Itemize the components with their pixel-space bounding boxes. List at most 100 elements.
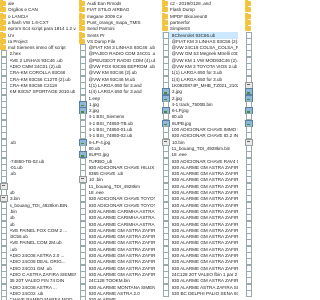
item-label: 930 ALARME GM ASTRA ZAFIRA SIEMENS V... <box>171 253 239 258</box>
item-label: 9365 CHAVE .ub <box>88 171 124 177</box>
item-label: UV <box>8 32 15 38</box>
item-label: 10.bin <box>172 139 185 145</box>
item-label: -01.ub <box>9 164 23 170</box>
item-label: 930 ALARME GM ASTRA ZAFIRA SIEMENS V... <box>171 202 239 208</box>
file-item[interactable] <box>245 289 300 297</box>
item-label: .ub <box>9 171 16 177</box>
folder-icon <box>162 6 168 13</box>
item-label: 24C128 TOOKM.bin <box>88 278 130 284</box>
folder-icon <box>245 0 251 6</box>
item-label: 930 ALARME GM ASTRA ZAFIRA SIEMENS V... <box>171 177 239 183</box>
folder-icon <box>0 44 6 51</box>
item-label: Sents Pr <box>87 32 105 38</box>
folder-icon <box>245 12 251 19</box>
folder-icon <box>162 18 168 25</box>
item-label: 11_bouang_TDI_4928km <box>88 183 141 189</box>
item-label: megane 2009 Ce <box>87 13 123 19</box>
item-label: 930 ALARME GM ASTRA ZAFIRA SIEMENS V... <box>171 259 239 265</box>
file-item[interactable]: CHAVE RAMBO MAREA MOD... <box>0 296 76 300</box>
file-icon <box>163 289 169 297</box>
item-label: .bin <box>9 208 17 214</box>
item-label: 930 ADICIONAR CHAVE ID.2 INRA 93.ub <box>171 133 239 139</box>
item-label: ADIO 24C01 GM .ub <box>9 265 52 271</box>
item-label: i.ub <box>9 246 17 252</box>
item-label: Orgãos e CAN <box>8 7 38 13</box>
item-label: 4-1 BSI_74850-TB.ub <box>88 120 133 126</box>
item-label: 930 ALARME GM ASTRA ZAFIRA SIEMENS V... <box>171 215 239 221</box>
item-label: Flash Dump <box>170 7 195 13</box>
item-label: KM 93C57 SPORTAGE 2010.ub <box>9 89 76 95</box>
item-label: 930 ALARME GM ASTRA ZAFIRA SIEMENS V... <box>171 164 239 170</box>
item-label: 4-1 BSI_Siemens <box>88 114 125 120</box>
item-label: 930 ALARME GM ASTRA ZAFIRA SIEMENS V... <box>171 234 239 240</box>
item-label: AVE PAINEL FOX COM 2 ... <box>9 227 68 233</box>
folder-icon <box>162 12 168 19</box>
folder-icon <box>245 6 251 13</box>
item-label: eprom Sc4 script para 1814 1.2 v.3 <box>8 26 76 32</box>
item-label: 930 ALARME GM ASTRA ZAFIRA SIEMENS V... <box>171 246 239 252</box>
item-label: 18 .eee <box>171 152 187 158</box>
folder-icon <box>79 0 85 6</box>
item-label: ale <box>8 1 15 6</box>
item-label: 80.ub <box>88 145 101 151</box>
item-label: 930 ALARME GM ASTRA ZAFIRA SIEMENS V... <box>171 196 239 202</box>
item-label: CRA-KM 93C56 C1270 (2).ub <box>9 76 71 82</box>
item-label: ADIO C ASTRA ZAFIRA SIEMENS V... <box>9 271 77 277</box>
file-item[interactable]: 930 ALARME ... <box>79 296 155 300</box>
item-label: 930 ALARME GM ASTRA ZAFIRA SIEMENS V... <box>88 246 156 252</box>
item-label: 930 ALARME GM ASTRA ZAFIRA SIEMENS V... <box>88 259 156 265</box>
item-label: .ub <box>9 139 16 145</box>
file-icon <box>80 296 86 300</box>
item-label: c2 - 2019/0128 .and <box>170 1 211 6</box>
item-label: -74850-TB-02.ub <box>9 158 45 164</box>
item-label: @VW FOX 93C66 EEPROM .ub <box>88 64 155 69</box>
item-label: 930 ALARME GM ASTRA ZAFIRA SIEMENS V... <box>171 208 239 214</box>
item-label: 930 ALARME GM ASTRA ZAFIRA SIEMENS V... <box>171 278 239 284</box>
item-label: AVE 2 LINHAS 93C46 .ub <box>9 57 63 63</box>
item-label: @FIAT KM 3 LINHAS 93C46 .ub <box>88 45 156 51</box>
file-column-4 <box>245 0 300 300</box>
item-label: CRA-KM 93C56 C2118 <box>9 82 57 88</box>
item-label: ADIO 24C08 ASTRA 2.0 ... <box>9 253 65 258</box>
item-label: ub <box>9 221 15 227</box>
item-label: ub <box>9 215 15 221</box>
item-label: 930 ALARME GM ASTRA ZAFIRA SIEMENS V... <box>171 171 239 177</box>
folder-icon <box>79 37 85 44</box>
file-column-3: c2 - 2019/0128 .and Flash Dump MPDF Bkouve… <box>162 0 238 300</box>
item-label: 4-1 BSI_74850-02.ub <box>88 133 133 139</box>
item-label: 930 ALARME GM ASTRA ZAFIRA SIEMENS V... <box>88 271 156 277</box>
item-label: mul Siemens immo off script <box>8 45 66 51</box>
item-label: @VW KM 1 VW MOD93C46 (2).ub <box>171 57 239 63</box>
item-label: 1.eep <box>88 95 101 101</box>
item-label: ub <box>9 190 15 195</box>
item-label: 930 ALARME GM ASTRA ZAFIRA SIEMENS V... <box>171 265 239 271</box>
item-label: ra Project <box>8 38 28 44</box>
item-label: @PAJEO RADIO CDM 24C01 .ub <box>88 51 156 57</box>
item-label: BChevrolet 93C66.ub <box>171 32 216 38</box>
item-label: 80.ub <box>171 114 184 120</box>
item-label: 1(1) LARGA 650 for 3.and <box>88 82 142 88</box>
item-label: 930 ALARME MONTANA SIMENS VEO 2010 B... <box>88 284 156 290</box>
item-label: Audi Ean Rmods <box>87 1 122 6</box>
item-label: 1(4) LARGA 650 for 3.and <box>88 89 142 95</box>
item-label: 930 ALARME GM ASTRA ZAFIRA SIEMENS V... <box>171 227 239 233</box>
file-list-view: ale Orgãos e CAN o LANCIA a flash VW 1.6-CX… <box>0 0 300 300</box>
item-label: 930 ALARME GM ASTRA ZAFIRA SIEMENS V... <box>88 234 156 240</box>
item-label: s_bouang_TDI_4928km.BIN <box>9 202 68 208</box>
item-label: @FIAT KM 3 LINHAS 93C56 (2).ub <box>171 38 239 44</box>
folder-icon <box>0 25 6 32</box>
item-label: 4-1 track_7500B.bin <box>171 101 213 107</box>
folder-icon <box>162 25 168 32</box>
item-label: ADIO 24C02 .ub <box>9 290 44 296</box>
item-label: @VW KM 93C46 (2).ub <box>88 70 137 76</box>
folder-icon <box>79 18 85 25</box>
item-label: 2.jpg <box>172 89 182 95</box>
item-label: 930 ALARME GM ASTRA ZAFIRA SIEMENS V... <box>171 183 239 189</box>
item-label: 930 ALARME CARIMHA ASTRA GM 1999 A 20... <box>88 208 156 214</box>
item-label: @VW KM 93C46 M.ub <box>88 76 136 82</box>
folder-icon <box>0 6 6 13</box>
folder-icon <box>0 18 6 25</box>
file-item[interactable]: 630 BC DELPHI PALIO SENA 93C46 .chaveeb.… <box>162 289 238 297</box>
item-label: 8UPB.jpg <box>172 120 192 126</box>
item-label: ADIO 24C08 ASTRA ... <box>9 284 57 290</box>
